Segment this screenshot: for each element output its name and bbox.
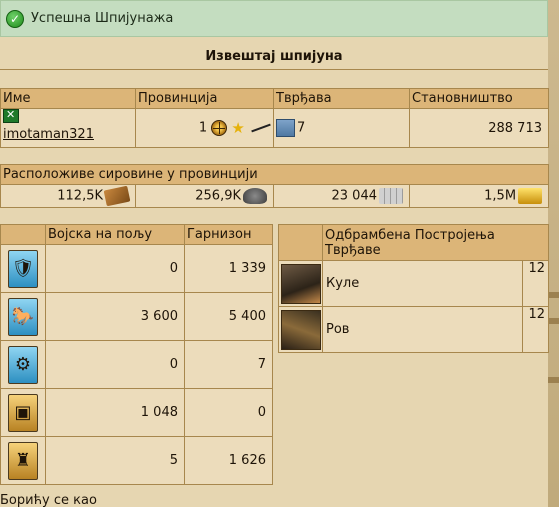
sword-icon bbox=[251, 123, 271, 133]
resource-gold: 1,5M bbox=[408, 184, 550, 208]
resources-table: Расположиве сировине у провинцији 112,5K… bbox=[0, 164, 550, 208]
province-number: 1 bbox=[198, 120, 208, 136]
defense-level: 12 bbox=[522, 306, 549, 353]
population-value: 288 713 bbox=[409, 108, 549, 148]
col-province: Провинција bbox=[135, 88, 274, 109]
spearman-icon[interactable]: 🛡 bbox=[8, 249, 38, 288]
wood-icon bbox=[103, 185, 131, 207]
check-icon: ✓ bbox=[6, 9, 24, 28]
col-fortress: Тврђава bbox=[273, 88, 410, 109]
garrison-count: 1 339 bbox=[184, 244, 273, 293]
coat-of-arms-icon bbox=[211, 120, 228, 136]
gold-icon bbox=[518, 188, 543, 204]
col-field-army: Војска на пољу bbox=[45, 224, 185, 245]
footer-text: Борићу се као bbox=[0, 493, 97, 507]
fortress-icon bbox=[276, 119, 295, 137]
defense-icon-col bbox=[278, 224, 323, 261]
tower-image[interactable] bbox=[281, 263, 321, 304]
table-row: Ров 12 bbox=[278, 306, 549, 353]
defense-name: Куле bbox=[322, 260, 523, 307]
garrison-count: 1 626 bbox=[184, 436, 273, 485]
report-title: Извештај шпијуна bbox=[0, 40, 548, 70]
success-notification: ✓ Успешна Шпијунажа bbox=[0, 0, 548, 37]
table-row: ⚙ 0 7 bbox=[0, 340, 273, 389]
iron-icon bbox=[243, 188, 267, 204]
field-count: 0 bbox=[45, 340, 185, 389]
table-row: ▣ 1 048 0 bbox=[0, 388, 273, 437]
defense-name: Ров bbox=[322, 306, 523, 353]
fortress-level: 7 bbox=[297, 120, 306, 136]
resource-stone: 23 044 bbox=[273, 184, 410, 208]
table-row: Куле 12 bbox=[278, 260, 549, 307]
field-count: 0 bbox=[45, 244, 185, 293]
notification-text: Успешна Шпијунажа bbox=[31, 11, 174, 26]
col-population: Становништво bbox=[409, 88, 549, 109]
stone-icon bbox=[379, 188, 403, 204]
alliance-flag-icon bbox=[3, 108, 19, 123]
table-row: 🐎 3 600 5 400 bbox=[0, 292, 273, 341]
info-table: Име Провинција Тврђава Становништво imot… bbox=[0, 88, 549, 148]
col-garrison: Гарнизон bbox=[184, 224, 273, 245]
scroll-edge bbox=[548, 0, 559, 507]
defense-level: 12 bbox=[522, 260, 549, 307]
troops-table: Војска на пољу Гарнизон 🛡 0 1 339 🐎 3 60… bbox=[0, 224, 273, 485]
star-icon: ★ bbox=[231, 119, 245, 137]
field-count: 1 048 bbox=[45, 388, 185, 437]
field-count: 3 600 bbox=[45, 292, 185, 341]
table-row: ♜ 5 1 626 bbox=[0, 436, 273, 485]
defenses-header: Одбрамбена Постројења Тврђаве bbox=[322, 224, 549, 261]
catapult-icon[interactable]: ⚙ bbox=[8, 345, 38, 384]
garrison-count: 7 bbox=[184, 340, 273, 389]
cavalry-icon[interactable]: 🐎 bbox=[8, 297, 38, 336]
resource-wood: 112,5K bbox=[0, 184, 136, 208]
militia-icon[interactable]: ♜ bbox=[8, 441, 38, 480]
resources-header: Расположиве сировине у провинцији bbox=[0, 164, 550, 185]
unit-col-header bbox=[0, 224, 46, 245]
wagon-icon[interactable]: ▣ bbox=[8, 393, 38, 432]
table-row: 🛡 0 1 339 bbox=[0, 244, 273, 293]
defenses-table: Одбрамбена Постројења Тврђаве Куле 12 Ро… bbox=[278, 224, 549, 353]
moat-image[interactable] bbox=[281, 309, 321, 350]
player-name-link[interactable]: imotaman321 bbox=[3, 127, 94, 142]
col-name: Име bbox=[0, 88, 136, 109]
garrison-count: 0 bbox=[184, 388, 273, 437]
garrison-count: 5 400 bbox=[184, 292, 273, 341]
field-count: 5 bbox=[45, 436, 185, 485]
resource-iron: 256,9K bbox=[135, 184, 274, 208]
